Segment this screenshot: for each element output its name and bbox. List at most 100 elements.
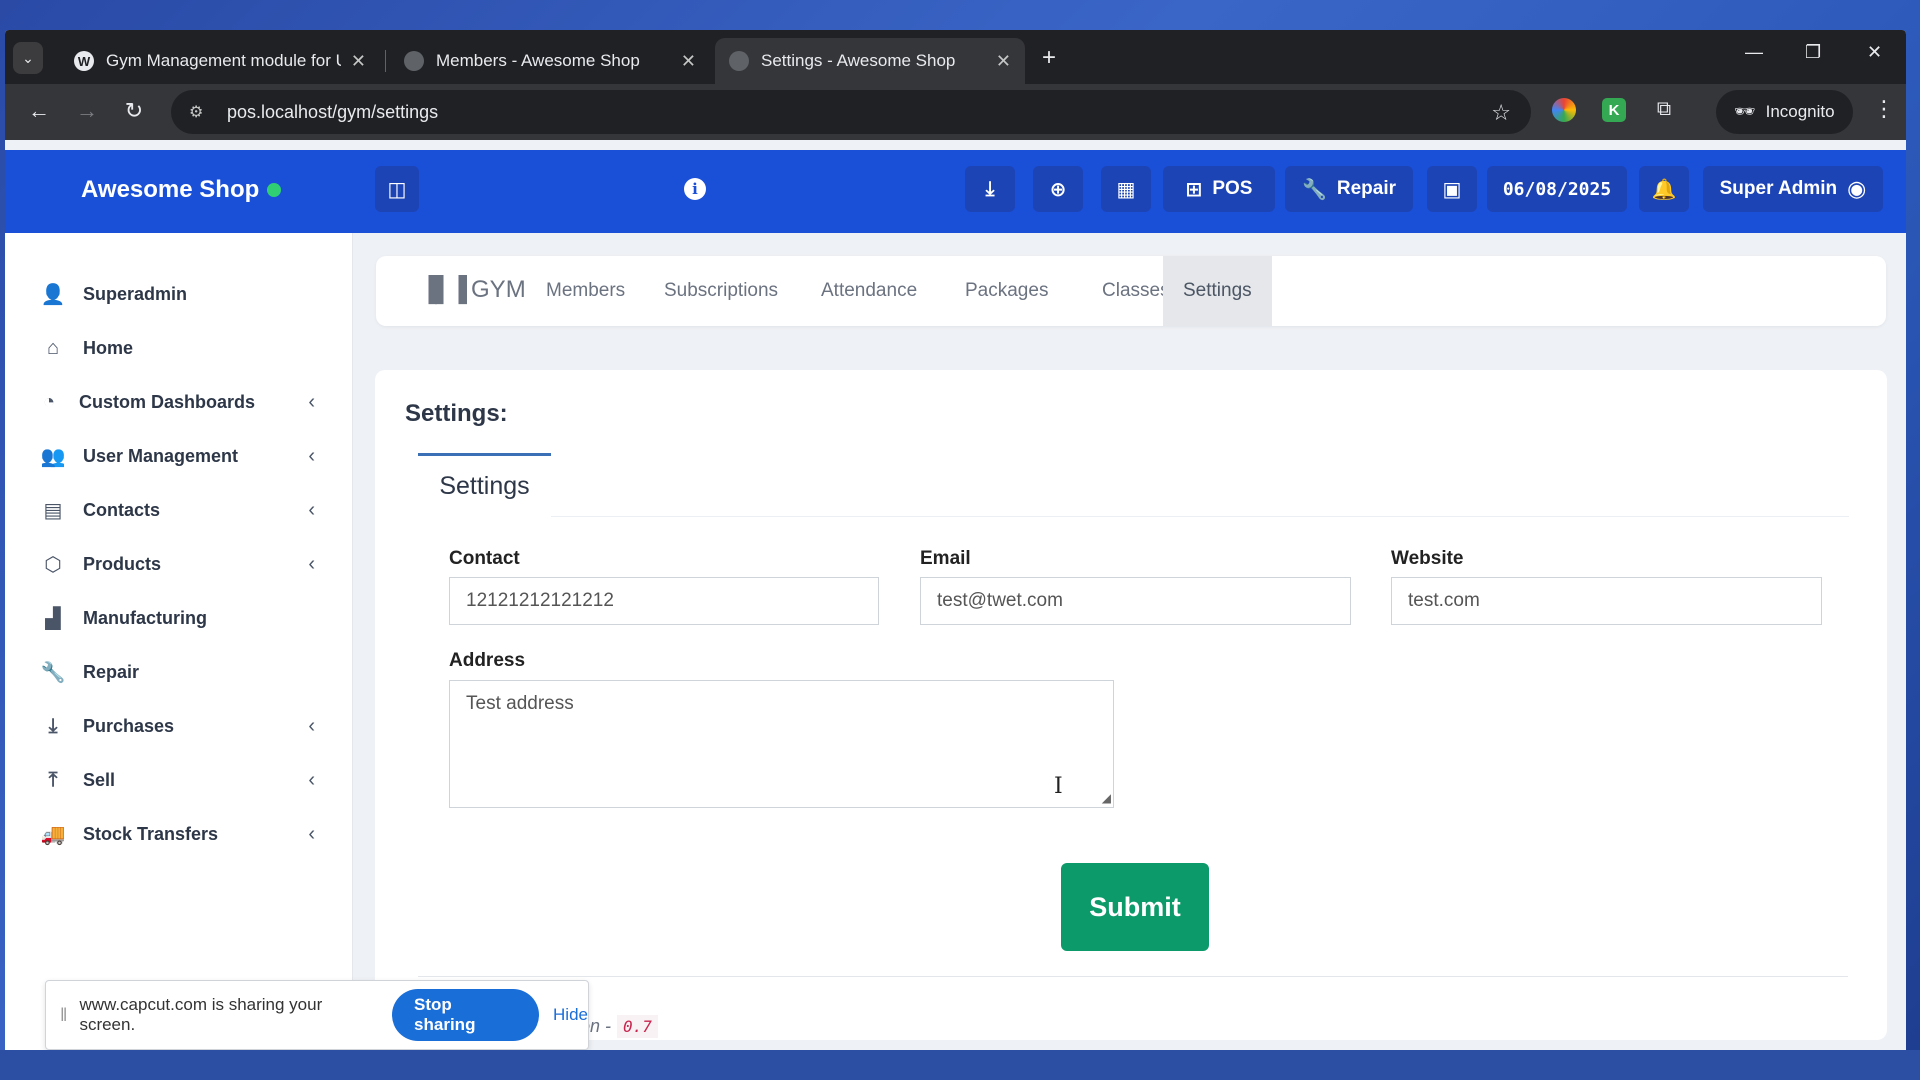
tab-members[interactable]: Members [526,256,645,326]
info-icon[interactable]: i [684,178,706,200]
sidebar-item-manufacturing[interactable]: ▟ Manufacturing [5,593,353,643]
address-field[interactable]: Test address ◢ [449,680,1114,808]
sidebar-item-label: Purchases [83,715,175,736]
tab-attendance[interactable]: Attendance [801,256,937,326]
sidebar-item-sell[interactable]: ⤒ Sell ‹ [5,755,353,805]
back-icon[interactable]: ← [25,98,53,124]
tab-packages[interactable]: Packages [945,256,1068,326]
pos-button[interactable]: ⊞ POS [1163,166,1275,212]
version-number: 0.7 [617,1015,658,1038]
hide-button[interactable]: Hide [553,1005,588,1025]
browser-menu-icon[interactable]: ⋮ [1873,96,1895,122]
bell-icon: 🔔 [1651,178,1677,201]
address-bar[interactable]: ⚙ pos.localhost/gym/settings ☆ [171,90,1531,134]
gym-logo-text: GYM [471,276,526,303]
close-tab-icon[interactable]: ✕ [351,51,366,72]
email-field[interactable]: test@twet.com [920,577,1351,625]
browser-toolbar: ← → ↻ ⚙ pos.localhost/gym/settings ☆ K ⧉… [5,84,1906,140]
settings-card: Settings: Settings Contact 1212121212121… [375,370,1887,1040]
download-arrow-icon: ⤓ [48,714,58,737]
sidebar-item-stock-transfers[interactable]: 🚚 Stock Transfers ‹ [5,809,353,859]
site-info-icon[interactable]: ⚙ [189,102,211,122]
brand-name: Awesome Shop [81,176,260,203]
extensions-puzzle-icon[interactable]: ⧉ [1652,98,1676,122]
incognito-label: Incognito [1765,102,1835,121]
pos-label: POS [1212,178,1253,199]
reload-icon[interactable]: ↻ [120,98,148,124]
submit-button[interactable]: Submit [1061,863,1209,951]
website-label: Website [1391,548,1464,569]
box-icon: ⬡ [44,553,62,576]
footer-divider [418,976,1848,977]
website-field[interactable]: test.com [1391,577,1822,625]
gym-logo[interactable]: ▐▌▐ GYM [420,276,526,304]
notifications-button[interactable]: 🔔 [1639,166,1689,212]
sidebar-item-custom-dashboards[interactable]: ◔ Custom Dashboards ‹ [5,377,353,427]
email-label: Email [920,548,971,569]
incognito-badge[interactable]: 🕶 Incognito [1716,90,1853,134]
browser-tab-members[interactable]: Members - Awesome Shop ✕ [390,38,710,84]
sidebar-item-label: Superadmin [83,283,188,304]
url-text: pos.localhost/gym/settings [227,101,439,122]
dumbbell-icon: ▐▌▐ [420,276,467,303]
download-icon: ⤓ [985,177,995,200]
repair-label: Repair [1336,178,1397,199]
submit-label: Submit [1089,891,1181,922]
bookmark-star-icon[interactable]: ☆ [1491,100,1511,126]
browser-tab-settings[interactable]: Settings - Awesome Shop ✕ [715,38,1025,84]
sidebar-item-label: Custom Dashboards [79,391,256,412]
tab-settings-panel[interactable]: Settings [418,453,551,517]
stop-sharing-button[interactable]: Stop sharing [392,989,540,1041]
sidebar-item-user-management[interactable]: 👥 User Management ‹ [5,431,353,481]
tab-settings[interactable]: Settings [1163,256,1272,326]
close-tab-icon[interactable]: ✕ [996,51,1011,72]
close-tab-icon[interactable]: ✕ [681,51,696,72]
browser-tab-gym-module[interactable]: W Gym Management module for U ✕ [60,38,380,84]
date-display[interactable]: 06/08/2025 [1487,166,1627,212]
users-icon: 👥 [40,445,66,468]
grid-icon: ⊞ [1185,178,1203,201]
sidebar-item-superadmin[interactable]: 👤 Superadmin [5,269,353,319]
dashboard-gauge-icon: ◔ [42,390,56,413]
contact-field[interactable]: 12121212121212 [449,577,879,625]
sidebar-item-repair[interactable]: 🔧 Repair [5,647,353,697]
calculator-button[interactable]: ▦ [1101,166,1151,212]
contact-label: Contact [449,548,520,569]
user-menu-button[interactable]: Super Admin ◉ [1703,166,1883,212]
brand[interactable]: Awesome Shop [81,176,282,204]
tab-search-icon[interactable]: ⌄ [13,42,43,74]
online-status-dot [267,183,282,197]
chevron-left-icon: ‹ [308,444,315,467]
tab-label: Settings [439,472,530,500]
tab-divider [551,516,1849,517]
tab-subscriptions[interactable]: Subscriptions [644,256,798,326]
sidebar-item-products[interactable]: ⬡ Products ‹ [5,539,353,589]
forward-icon[interactable]: → [73,98,101,124]
k-extension-icon[interactable]: K [1602,98,1626,122]
add-button[interactable]: ⊕ [1033,166,1083,212]
desktop-background [0,1050,1920,1080]
sidebar-item-purchases[interactable]: ⤓ Purchases ‹ [5,701,353,751]
new-tab-icon[interactable]: + [1042,44,1056,72]
drag-handle-icon[interactable]: ‖ [60,1005,67,1026]
minimize-icon[interactable]: — [1745,42,1763,63]
download-button[interactable]: ⤓ [965,166,1015,212]
toggle-sidebar-button[interactable]: ◫ [375,166,419,212]
close-window-icon[interactable]: ✕ [1867,42,1882,63]
globe-icon [404,51,424,71]
sidebar-item-label: Stock Transfers [83,823,219,844]
resize-handle-icon[interactable]: ◢ [1102,791,1111,805]
sidebar-item-label: Contacts [83,499,161,520]
incognito-icon: 🕶 [1734,102,1756,121]
address-value: Test address [466,693,574,714]
wordpress-icon: W [74,51,94,71]
restore-icon[interactable]: ❐ [1805,42,1821,63]
tab-label: Attendance [821,280,918,301]
tab-label: Classes [1102,280,1170,301]
repair-button[interactable]: 🔧 Repair [1285,166,1413,212]
sidebar-item-home[interactable]: ⌂ Home [5,323,353,373]
color-picker-extension-icon[interactable] [1552,98,1576,122]
chevron-left-icon: ‹ [308,768,315,791]
sidebar-item-contacts[interactable]: ▤ Contacts ‹ [5,485,353,535]
cash-register-button[interactable]: ▣ [1427,166,1477,212]
